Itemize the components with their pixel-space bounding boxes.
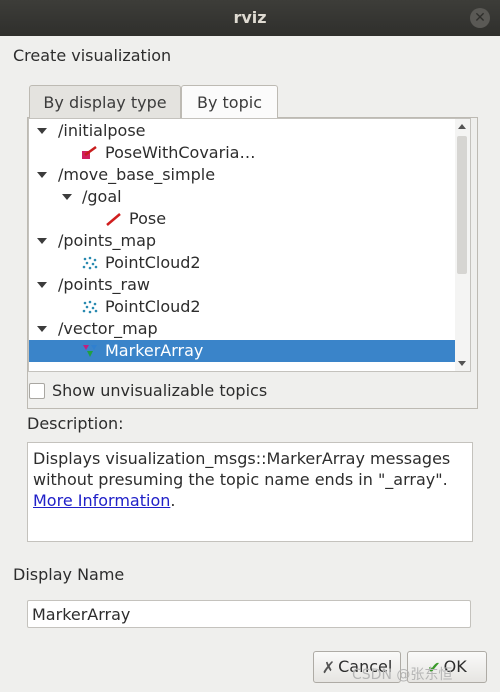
expand-arrow-icon[interactable] [62,194,72,200]
description-text: Displays visualization_msgs::MarkerArray… [33,448,465,511]
window-title: rviz [233,8,267,27]
tree-row-vector-map[interactable]: /vector_map [29,318,455,340]
expand-arrow-icon[interactable] [37,282,47,288]
expand-arrow-icon[interactable] [37,172,47,178]
description-box: Displays visualization_msgs::MarkerArray… [27,442,473,542]
tree-row-goal[interactable]: /goal [29,186,455,208]
marker-array-icon [83,345,97,357]
show-unvisualizable-checkbox[interactable] [29,383,45,399]
tree-row-label: /goal [82,187,122,206]
tree-row-move-base-simple[interactable]: /move_base_simple [29,164,455,186]
tree-row-marker-array[interactable]: MarkerArray [29,340,455,362]
expand-arrow-icon[interactable] [37,238,47,244]
tab-by-display-type[interactable]: By display type [29,85,181,119]
expand-arrow-icon[interactable] [37,128,47,134]
tree-row-label: MarkerArray [105,341,204,360]
watermark-text: CSDN @张东恒 [352,667,453,683]
tree-row-label: /points_map [58,231,157,250]
description-body: Displays visualization_msgs::MarkerArray… [33,449,451,489]
expand-arrow-icon[interactable] [37,326,47,332]
pointcloud-icon [82,300,98,314]
show-unvisualizable-label[interactable]: Show unvisualizable topics [52,381,267,400]
tree-row-initialpose[interactable]: /initialpose [29,120,455,142]
window-titlebar: rviz ✕ [0,0,500,36]
tree-row-label: PointCloud2 [105,253,201,272]
scroll-up-icon[interactable] [458,124,466,129]
topic-tree[interactable]: /initialpose PoseWithCovaria… /move_base… [28,118,456,372]
tree-row-pointcloud2[interactable]: PointCloud2 [29,296,455,318]
tree-row-label: PointCloud2 [105,297,201,316]
description-label: Description: [27,414,124,433]
display-name-input[interactable]: MarkerArray [27,600,471,628]
tree-row-label: /points_raw [58,275,150,294]
tab-by-topic[interactable]: By topic [181,85,278,120]
section-title: Create visualization [13,46,172,65]
scrollbar-thumb[interactable] [457,136,467,274]
tree-row-pose-with-covariance[interactable]: PoseWithCovaria… [29,142,455,164]
tree-row-label: /vector_map [58,319,158,338]
tree-row-points-map[interactable]: /points_map [29,230,455,252]
tree-row-pose[interactable]: Pose [29,208,455,230]
tree-row-points-raw[interactable]: /points_raw [29,274,455,296]
pose-with-covariance-icon [82,146,97,159]
scroll-down-icon[interactable] [458,361,466,366]
cancel-icon: ✗ [321,657,336,677]
pointcloud-icon [82,256,98,270]
description-suffix: . [170,491,176,510]
more-information-link[interactable]: More Information [33,491,170,510]
display-name-label: Display Name [13,565,125,584]
tree-row-pointcloud2[interactable]: PointCloud2 [29,252,455,274]
tree-row-label: PoseWithCovaria… [105,143,256,162]
tree-row-label: /initialpose [58,121,146,140]
close-icon[interactable]: ✕ [470,8,490,28]
tree-row-label: /move_base_simple [58,165,216,184]
tree-row-label: Pose [129,209,167,228]
tree-scrollbar[interactable] [455,118,471,372]
pose-arrow-icon [106,213,121,226]
